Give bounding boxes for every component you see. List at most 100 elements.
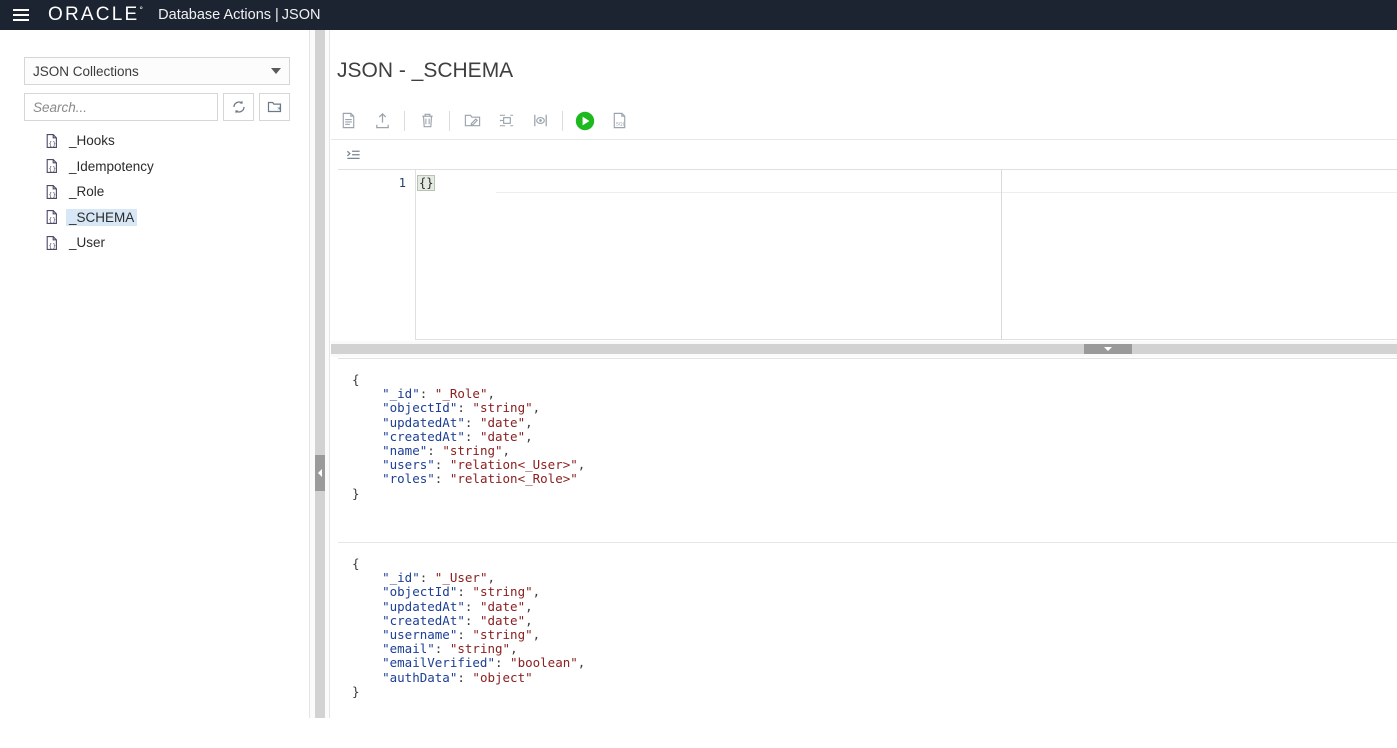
chevron-down-icon — [271, 68, 281, 74]
json-field-users: "users": "relation<_User>", — [382, 457, 586, 473]
structure-icon — [499, 114, 513, 127]
svg-text:{}: {} — [48, 241, 56, 249]
preview-eye-icon — [533, 114, 547, 127]
tree-item-label: _Hooks — [69, 133, 115, 149]
page-title: JSON - _SCHEMA — [337, 59, 514, 82]
svg-text:*: * — [277, 106, 281, 115]
hamburger-menu-icon[interactable] — [6, 0, 36, 30]
trash-icon — [421, 113, 433, 128]
tree-item-idempotency[interactable]: {} _Idempotency — [24, 154, 294, 180]
editor-line-1[interactable]: {} — [417, 174, 436, 192]
json-collection-icon: {} — [46, 235, 57, 250]
results-splitter[interactable] — [331, 341, 1397, 357]
svg-text:{}: {} — [48, 190, 56, 198]
line-number: 1 — [398, 176, 406, 190]
tree-item-schema[interactable]: {} _SCHEMA — [24, 205, 294, 231]
json-field-_id: "_id": "_Role", — [382, 386, 496, 402]
splitter-bar[interactable] — [315, 30, 325, 718]
sidebar: JSON Collections * {} _Hooks {} _Idempotenc… — [0, 30, 310, 718]
tree-item-hooks[interactable]: {} _Hooks — [24, 128, 294, 154]
document-icon — [342, 112, 354, 129]
format-button[interactable] — [338, 142, 368, 168]
json-editor[interactable]: 1 {} — [338, 170, 1397, 340]
tree-item-label: _User — [69, 235, 106, 251]
editor-content: {} — [417, 175, 436, 191]
json-field-email: "email": "string", — [382, 641, 518, 657]
sql-button[interactable]: SQL — [602, 104, 636, 138]
sidebar-collapse-handle[interactable] — [315, 455, 325, 491]
refresh-icon — [232, 100, 245, 114]
structure-button[interactable] — [489, 104, 523, 138]
new-collection-button[interactable]: * — [259, 93, 290, 121]
result-document[interactable]: {"_id": "_Role", "objectId": "string", "up… — [338, 359, 1397, 543]
editor-toolbar — [338, 141, 1397, 170]
svg-text:{}: {} — [48, 139, 56, 147]
splitter-bar[interactable] — [331, 344, 1397, 354]
indent-format-icon — [346, 150, 360, 159]
json-field-updatedat: "updatedAt": "date", — [382, 598, 533, 614]
tree-item-label: _Idempotency — [69, 158, 154, 174]
json-field-name: "name": "string", — [382, 443, 511, 459]
results-collapse-handle[interactable] — [1084, 344, 1132, 354]
header-separator: | — [275, 7, 279, 23]
tree-item-role[interactable]: {} _Role — [24, 179, 294, 205]
upload-icon — [375, 112, 389, 129]
oracle-logo: ORACLE — [48, 4, 145, 26]
json-field-username: "username": "string", — [382, 627, 541, 643]
collection-type-value: JSON Collections — [33, 63, 139, 79]
run-button[interactable] — [568, 104, 602, 138]
tree-item-label: _Role — [69, 184, 105, 200]
collection-tree: {} _Hooks{} _Idempotency{} _Role{} _SCHEMA{}… — [24, 128, 294, 256]
json-collection-icon: {} — [46, 159, 57, 174]
json-field-emailverified: "emailVerified": "boolean", — [382, 655, 586, 671]
result-document[interactable]: { "_id": "_User", "objectId": "string", "up… — [338, 543, 1397, 733]
tree-item-user[interactable]: {} _User — [24, 230, 294, 256]
play-icon — [575, 111, 595, 130]
json-field-objectid: "objectId": "string", — [382, 584, 541, 600]
search-input[interactable] — [24, 93, 218, 121]
json-collection-icon: {} — [46, 210, 57, 225]
json-field-_id: "_id": "_User", — [382, 570, 496, 586]
sidebar-splitter[interactable] — [310, 30, 330, 718]
toolbar-divider — [404, 110, 405, 131]
top-header-bar: ORACLE Database Actions | JSON — [0, 0, 1397, 30]
editor-code-area[interactable]: {} — [417, 170, 1397, 340]
editor-margin-ruler — [1001, 170, 1002, 340]
json-field-createdat: "createdAt": "date", — [382, 612, 533, 628]
preview-button[interactable] — [523, 104, 557, 138]
new-document-button[interactable] — [331, 104, 365, 138]
collection-type-select[interactable]: JSON Collections — [24, 57, 290, 85]
app-module-name: JSON — [281, 7, 321, 23]
svg-text:SQL: SQL — [615, 121, 625, 127]
folder-edit-icon — [464, 114, 480, 127]
json-open-brace: { — [352, 372, 360, 387]
edit-collection-button[interactable] — [455, 104, 489, 138]
main-panel: JSON - _SCHEMA SQL 1 {} {"_id": "_Role"… — [331, 30, 1397, 748]
svg-text:{}: {} — [48, 216, 56, 224]
editor-gutter: 1 — [338, 170, 416, 340]
new-collection-folder-icon: * — [267, 101, 281, 115]
main-toolbar: SQL — [331, 102, 1397, 140]
results-panel: {"_id": "_Role", "objectId": "string", "up… — [338, 358, 1397, 748]
sql-document-icon: SQL — [613, 112, 625, 129]
toolbar-divider — [449, 110, 450, 131]
json-field-updatedat: "updatedAt": "date", — [382, 414, 533, 430]
json-field-roles: "roles": "relation<_Role>" — [382, 471, 578, 487]
json-open-brace: { — [352, 556, 360, 571]
import-button[interactable] — [365, 104, 399, 138]
app-title: Database Actions — [158, 7, 272, 23]
collapse-left-icon — [318, 469, 322, 477]
refresh-button[interactable] — [223, 93, 254, 121]
json-collection-icon: {} — [46, 133, 57, 148]
search-row: * — [24, 93, 290, 121]
current-line-underline — [496, 192, 1397, 193]
toolbar-divider — [562, 110, 563, 131]
delete-button[interactable] — [410, 104, 444, 138]
json-field-createdat: "createdAt": "date", — [382, 428, 533, 444]
tree-item-label: _SCHEMA — [66, 208, 138, 226]
svg-text:{}: {} — [48, 165, 56, 173]
json-close-brace: } — [352, 683, 360, 699]
collapse-down-icon — [1104, 347, 1112, 351]
json-close-brace: } — [352, 485, 360, 501]
json-field-authdata: "authData": "object" — [382, 669, 533, 685]
